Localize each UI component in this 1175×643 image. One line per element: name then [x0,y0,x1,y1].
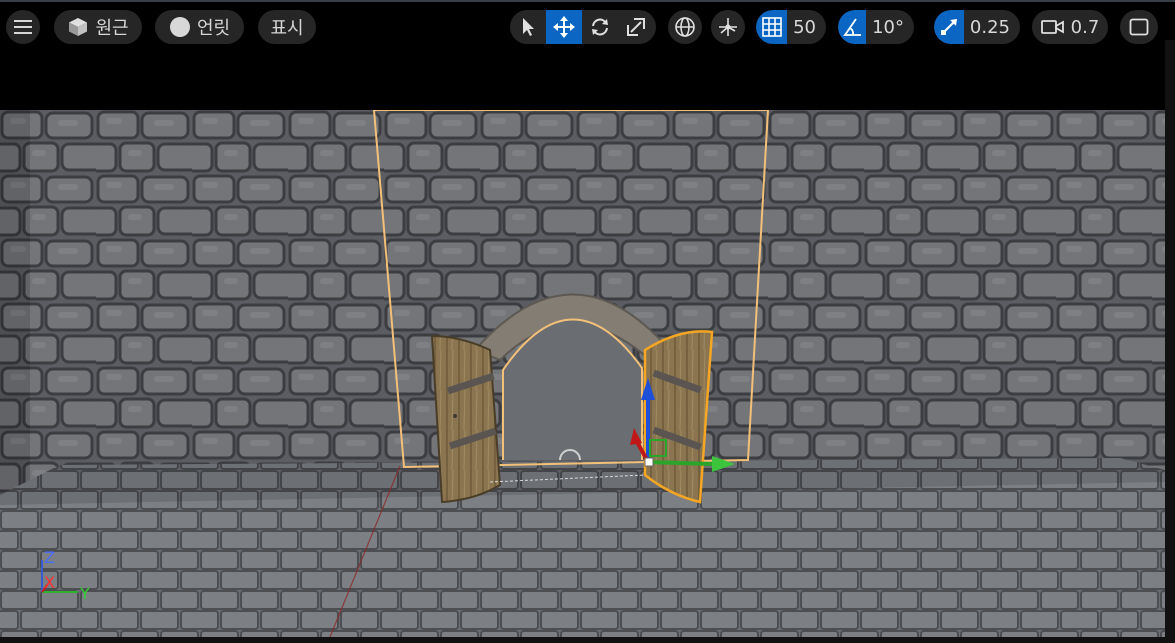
scale-snap-value: 0.25 [969,16,1010,38]
scale-snap-icon [940,19,957,35]
grid-snap-control[interactable]: 50 [756,10,826,44]
surface-snap-icon [719,18,737,36]
lighting-mode-label: 언릿 [196,18,231,39]
coordinate-space-button[interactable] [668,10,702,44]
cube-icon [69,18,88,36]
camera-speed-value: 0.7 [1070,16,1100,38]
rotation-snap-toggle[interactable] [838,10,867,44]
show-label: 표시 [270,18,304,39]
scale-icon [627,18,645,36]
axis-y-label: Y [79,584,90,603]
right-door-selected[interactable] [643,330,714,504]
axis-z-label: Z [44,548,55,567]
rotate-tool-button[interactable] [582,10,618,44]
viewport-bottom-edge [0,637,1165,643]
select-arrow-icon [523,18,534,36]
perspective-label: 원근 [95,18,129,39]
show-button[interactable]: 표시 [258,10,316,44]
lighting-mode-button[interactable]: 언릿 [155,10,244,44]
perspective-button[interactable]: 원근 [54,10,142,44]
viewport-toolbar: 원근 언릿 표시 50 10° 0.25 0.7 [0,2,1175,110]
move-cross-icon [553,16,575,38]
video-camera-icon [1040,20,1064,34]
maximize-viewport-button[interactable] [1120,10,1158,44]
grid-snap-value: 50 [793,16,816,38]
menu-button[interactable] [6,10,40,44]
transform-tools-group [510,10,656,44]
axis-x-label: X [44,573,55,592]
rotation-snap-value: 10° [872,16,904,38]
rotation-snap-control[interactable]: 10° [838,10,914,44]
grid-snap-toggle[interactable] [756,10,788,44]
scene-render: Z X Y [0,110,1165,637]
move-tool-button[interactable] [546,10,582,44]
camera-speed-button[interactable]: 0.7 [1032,10,1108,44]
rotate-icon [592,18,608,36]
viewport-side-edge [1165,40,1175,643]
angle-icon [843,18,862,36]
gizmo-y-axis [647,460,713,466]
unlit-sphere-icon [169,17,190,37]
floor [0,458,1165,637]
select-tool-button[interactable] [510,10,546,44]
grid-icon [761,17,782,37]
3d-viewport[interactable]: Z X Y [0,110,1165,637]
scale-snap-toggle[interactable] [934,10,964,44]
scale-snap-control[interactable]: 0.25 [934,10,1020,44]
scale-tool-button[interactable] [618,10,654,44]
hamburger-menu-icon [14,20,32,34]
surface-snap-button[interactable] [711,10,745,44]
maximize-viewport-icon [1129,18,1149,36]
globe-icon [675,17,695,37]
